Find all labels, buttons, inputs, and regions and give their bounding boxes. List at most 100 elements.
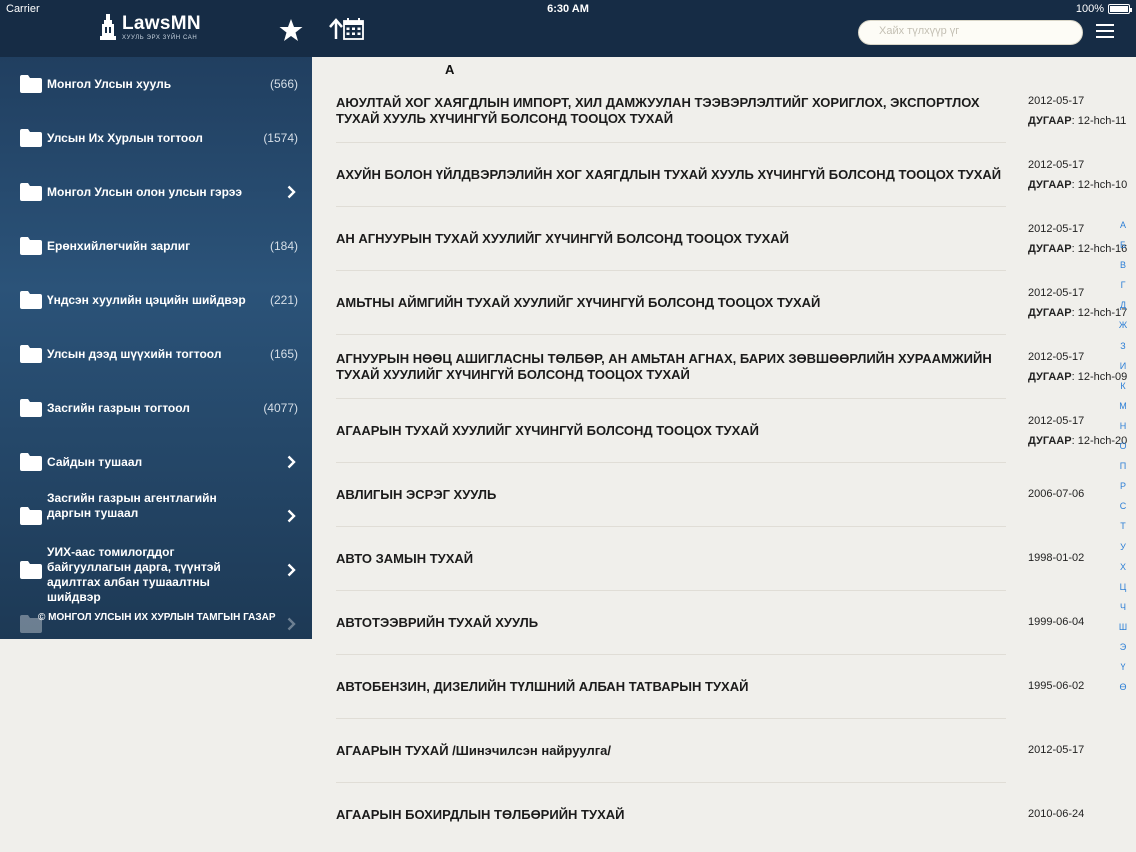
- chevron-right-icon: [287, 509, 296, 523]
- alphabet-index-letter[interactable]: Ө: [1116, 682, 1130, 702]
- law-row[interactable]: АВТО ЗАМЫН ТУХАЙ 1998-01-02: [312, 527, 1136, 591]
- law-number-label: ДУГААР: [1028, 371, 1072, 383]
- folder-icon: [20, 345, 42, 363]
- sidebar-item-appointed-officials[interactable]: УИХ-аас томилогддог байгууллагын дарга, …: [0, 543, 312, 604]
- sidebar-item-mongolian-law[interactable]: Монгол Улсын хууль (566): [0, 57, 312, 111]
- law-row[interactable]: АГААРЫН ТУХАЙ /Шинэчилсэн найруулга/ 201…: [312, 719, 1136, 783]
- sidebar-item-label: Үндсэн хуулийн цэцийн шийдвэр: [47, 292, 246, 307]
- sidebar-item-label: Засгийн газрын тогтоол: [47, 400, 190, 415]
- law-row[interactable]: АГААРЫН ТУХАЙ ХУУЛИЙГ ХҮЧИНГҮЙ БОЛСОНД Т…: [312, 399, 1136, 463]
- sidebar-item-label: Монгол Улсын хууль: [47, 76, 172, 91]
- law-number-label: ДУГААР: [1028, 179, 1072, 191]
- sidebar-item-label: Монгол Улсын олон улсын гэрээ: [47, 184, 243, 199]
- law-row[interactable]: АВТОБЕНЗИН, ДИЗЕЛИЙН ТҮЛШНИЙ АЛБАН ТАТВА…: [312, 655, 1136, 719]
- alphabet-index-letter[interactable]: Р: [1116, 481, 1130, 501]
- alphabet-index-letter[interactable]: Ч: [1116, 602, 1130, 622]
- sidebar-item-label: Улсын Их Хурлын тогтоол: [47, 130, 203, 145]
- law-title: АВЛИГЫН ЭСРЭГ ХУУЛЬ: [336, 487, 497, 502]
- alphabet-index-letter[interactable]: В: [1116, 260, 1130, 280]
- alphabet-index-letter[interactable]: У: [1116, 542, 1130, 562]
- law-title: АХУЙН БОЛОН ҮЙЛДВЭРЛЭЛИЙН ХОГ ХАЯГДЛЫН Т…: [336, 167, 1002, 182]
- law-number-label: ДУГААР: [1028, 307, 1072, 319]
- sidebar-item-international-treaty[interactable]: Монгол Улсын олон улсын гэрээ: [0, 165, 312, 219]
- alphabet-index-letter[interactable]: К: [1116, 381, 1130, 401]
- law-number-value: : 12-hch-10: [1071, 179, 1128, 191]
- alphabet-index-letter[interactable]: Ж: [1116, 320, 1130, 340]
- alphabet-index-letter[interactable]: З: [1116, 341, 1130, 361]
- alphabet-index-letter[interactable]: Г: [1116, 280, 1130, 300]
- sidebar-item-label: Сайдын тушаал: [47, 454, 143, 469]
- law-date: 2012-05-17: [1028, 159, 1085, 171]
- sidebar: LawsMN ХУУЛЬ ЭРХ ЗҮЙН САН Монгол Улсын х…: [0, 0, 312, 639]
- law-row[interactable]: АМЬТНЫ АЙМГИЙН ТУХАЙ ХУУЛИЙГ ХҮЧИНГҮЙ БО…: [312, 271, 1136, 335]
- folder-icon: [20, 183, 42, 201]
- alphabet-index-letter[interactable]: О: [1116, 441, 1130, 461]
- law-number: ДУГААР: 12-hch-10: [1028, 179, 1127, 191]
- alphabet-index-letter[interactable]: Э: [1116, 642, 1130, 662]
- alphabet-index-letter[interactable]: Ү: [1116, 662, 1130, 682]
- law-title: АМЬТНЫ АЙМГИЙН ТУХАЙ ХУУЛИЙГ ХҮЧИНГҮЙ БО…: [336, 295, 821, 310]
- law-row[interactable]: АГНУУРЫН НӨӨЦ АШИГЛАСНЫ ТӨЛБӨР, АН АМЬТА…: [312, 335, 1136, 399]
- law-title: АН АГНУУРЫН ТУХАЙ ХУУЛИЙГ ХҮЧИНГҮЙ БОЛСО…: [336, 231, 789, 246]
- law-date: 2010-06-24: [1028, 808, 1085, 820]
- law-date: 2012-05-17: [1028, 351, 1085, 363]
- battery-icon: [1108, 4, 1132, 14]
- folder-icon: [20, 507, 42, 525]
- chevron-right-icon: [287, 455, 296, 469]
- sidebar-item-minister-order[interactable]: Сайдын тушаал: [0, 435, 312, 489]
- law-number: ДУГААР: 12-hch-20: [1028, 435, 1127, 447]
- chevron-right-icon: [287, 563, 296, 577]
- alphabet-index-letter[interactable]: Х: [1116, 562, 1130, 582]
- law-number-label: ДУГААР: [1028, 435, 1072, 447]
- folder-icon: [20, 561, 42, 579]
- sidebar-item-agency-order[interactable]: Засгийн газрын агентлагийн даргын тушаал: [0, 489, 312, 543]
- law-row[interactable]: АЮУЛТАЙ ХОГ ХАЯГДЛЫН ИМПОРТ, ХИЛ ДАМЖУУЛ…: [312, 79, 1136, 143]
- sidebar-item-parliament-resolution[interactable]: Улсын Их Хурлын тогтоол (1574): [0, 111, 312, 165]
- app-subtitle: ХУУЛЬ ЭРХ ЗҮЙН САН: [122, 35, 198, 41]
- folder-icon: [20, 453, 42, 471]
- law-number: ДУГААР: 12-hch-16: [1028, 243, 1127, 255]
- law-date: 2012-05-17: [1028, 287, 1085, 299]
- favorites-star-icon[interactable]: [279, 18, 303, 42]
- law-number: ДУГААР: 12-hch-09: [1028, 371, 1127, 383]
- sidebar-item-count: (184): [269, 239, 298, 253]
- law-date: 1995-06-02: [1028, 680, 1085, 692]
- law-date: 2012-05-17: [1028, 95, 1085, 107]
- folder-icon: [20, 291, 42, 309]
- law-title: АГААРЫН БОХИРДЛЫН ТӨЛБӨРИЙН ТУХАЙ: [336, 807, 625, 822]
- sidebar-item-supreme-court[interactable]: Улсын дээд шүүхийн тогтоол (165): [0, 327, 312, 381]
- alphabet-index-letter[interactable]: Д: [1116, 300, 1130, 320]
- alphabet-index-letter[interactable]: Ц: [1116, 582, 1130, 602]
- search-input[interactable]: Хайх түлхүүр үг: [858, 20, 1083, 45]
- folder-icon: [20, 399, 42, 417]
- alphabet-index-letter[interactable]: И: [1116, 361, 1130, 381]
- sort-by-date-icon[interactable]: [328, 18, 364, 40]
- law-number: ДУГААР: 12-hch-11: [1028, 115, 1126, 127]
- folder-icon: [20, 129, 42, 147]
- alphabet-index-letter[interactable]: Н: [1116, 421, 1130, 441]
- alphabet-index-letter[interactable]: М: [1116, 401, 1130, 421]
- alphabet-index-letter[interactable]: Б: [1116, 240, 1130, 260]
- law-row[interactable]: АВЛИГЫН ЭСРЭГ ХУУЛЬ 2006-07-06: [312, 463, 1136, 527]
- sidebar-item-government-resolution[interactable]: Засгийн газрын тогтоол (4077): [0, 381, 312, 435]
- alphabet-index-letter[interactable]: П: [1116, 461, 1130, 481]
- sidebar-item-presidential-decree[interactable]: Ерөнхийлөгчийн зарлиг (184): [0, 219, 312, 273]
- law-title: АВТО ЗАМЫН ТУХАЙ: [336, 551, 474, 566]
- sidebar-item-count: (4077): [263, 401, 298, 415]
- alphabet-index-letter[interactable]: Т: [1116, 521, 1130, 541]
- alphabet-index-letter[interactable]: С: [1116, 501, 1130, 521]
- law-row[interactable]: АН АГНУУРЫН ТУХАЙ ХУУЛИЙГ ХҮЧИНГҮЙ БОЛСО…: [312, 207, 1136, 271]
- law-title: АГААРЫН ТУХАЙ /Шинэчилсэн найруулга/: [336, 743, 611, 758]
- law-row[interactable]: АХУЙН БОЛОН ҮЙЛДВЭРЛЭЛИЙН ХОГ ХАЯГДЛЫН Т…: [312, 143, 1136, 207]
- sidebar-item-label: Ерөнхийлөгчийн зарлиг: [47, 238, 191, 253]
- law-row[interactable]: АГААРЫН БОХИРДЛЫН ТӨЛБӨРИЙН ТУХАЙ 2010-0…: [312, 783, 1136, 847]
- app-logo[interactable]: LawsMN ХУУЛЬ ЭРХ ЗҮЙН САН: [100, 14, 201, 41]
- sidebar-item-count: (165): [269, 347, 298, 361]
- battery-percent: 100%: [1075, 3, 1104, 15]
- sidebar-item-constitutional-court[interactable]: Үндсэн хуулийн цэцийн шийдвэр (221): [0, 273, 312, 327]
- sidebar-item-count: (566): [269, 77, 298, 91]
- hamburger-menu-icon[interactable]: [1096, 24, 1114, 38]
- alphabet-index-letter[interactable]: Ш: [1116, 622, 1130, 642]
- law-row[interactable]: АВТОТЭЭВРИЙН ТУХАЙ ХУУЛЬ 1999-06-04: [312, 591, 1136, 655]
- alphabet-index-letter[interactable]: А: [1116, 220, 1130, 240]
